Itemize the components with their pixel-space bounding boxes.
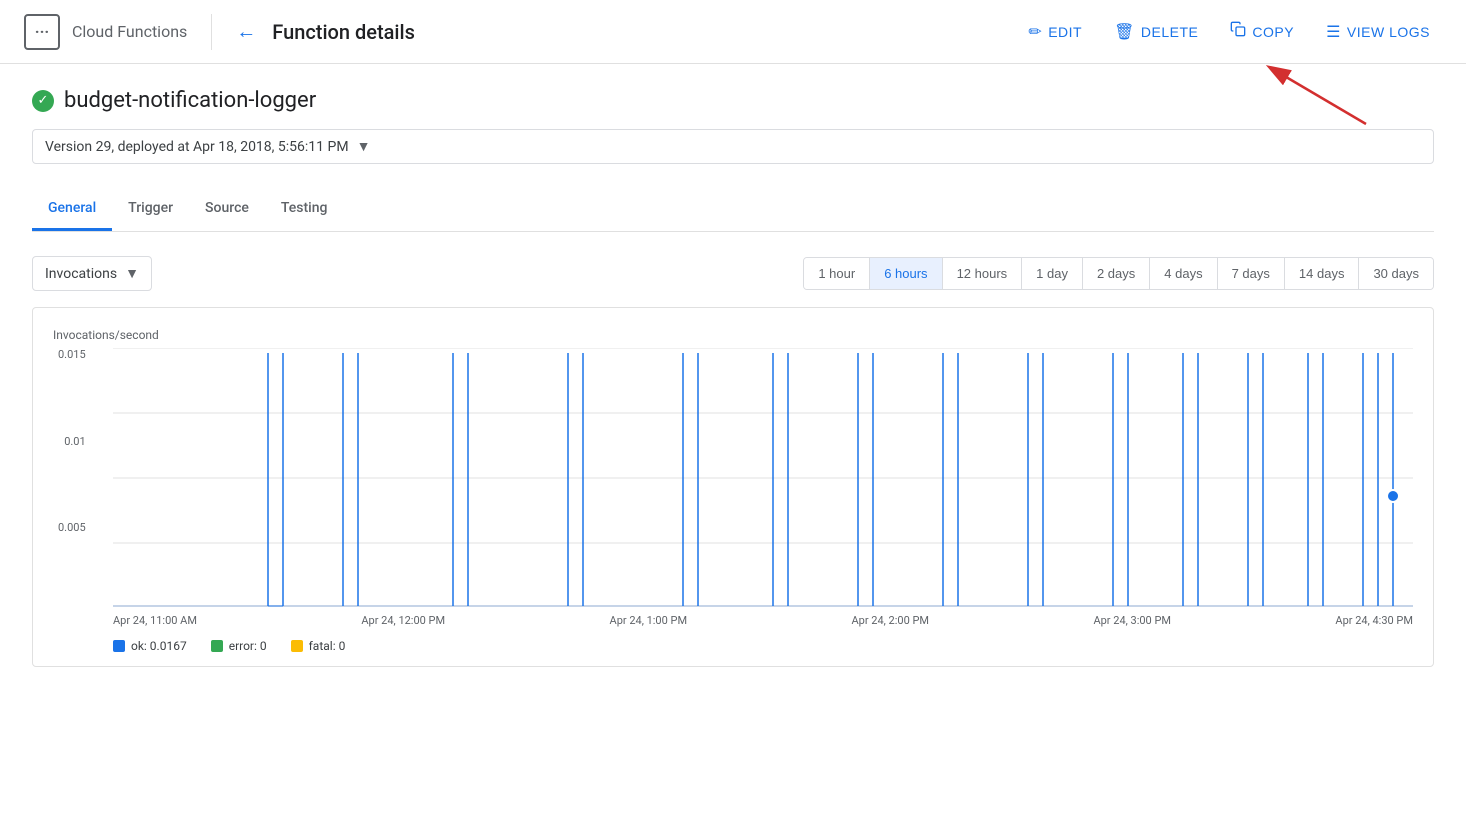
- tab-trigger[interactable]: Trigger: [112, 188, 189, 231]
- header-actions: ✏ EDIT 🗑 DELETE COPY ☰ VIEW LOGS: [1016, 13, 1442, 50]
- tab-testing[interactable]: Testing: [265, 188, 344, 231]
- legend-box-ok: [113, 640, 125, 652]
- legend-item-error: error: 0: [211, 639, 267, 653]
- view-logs-button[interactable]: ☰ VIEW LOGS: [1314, 14, 1442, 50]
- tab-general[interactable]: General: [32, 188, 112, 231]
- x-label: Apr 24, 12:00 PM: [361, 614, 445, 627]
- legend-box-fatal: [291, 640, 303, 652]
- chart-svg: [113, 348, 1413, 608]
- x-label: Apr 24, 4:30 PM: [1335, 614, 1413, 627]
- copy-button[interactable]: COPY: [1218, 13, 1306, 50]
- metric-dropdown[interactable]: Invocations ▼: [32, 256, 152, 291]
- chart-container: Invocations/second 0.015 0.01 0.005: [32, 307, 1434, 667]
- page-title: Function details: [272, 20, 415, 44]
- legend-item-fatal: fatal: 0: [291, 639, 346, 653]
- chevron-down-icon: ▼: [357, 138, 371, 155]
- time-btn-1d[interactable]: 1 day: [1022, 258, 1083, 289]
- chart-controls: Invocations ▼ 1 hour 6 hours 12 hours 1 …: [32, 256, 1434, 291]
- time-btn-12h[interactable]: 12 hours: [943, 258, 1023, 289]
- app-logo-section: ··· Cloud Functions: [24, 14, 212, 50]
- copy-icon: [1230, 21, 1246, 42]
- legend-label-fatal: fatal: 0: [309, 639, 346, 653]
- function-name: budget-notification-logger: [64, 88, 316, 113]
- chevron-down-icon: ▼: [125, 265, 139, 282]
- function-name-row: ✓ budget-notification-logger: [32, 88, 1434, 113]
- time-btn-14d[interactable]: 14 days: [1285, 258, 1360, 289]
- y-axis: 0.015 0.01 0.005: [58, 348, 86, 608]
- tabs-bar: General Trigger Source Testing: [32, 188, 1434, 232]
- chart-legend: ok: 0.0167 error: 0 fatal: 0: [113, 639, 1413, 653]
- x-label: Apr 24, 11:00 AM: [113, 614, 197, 627]
- tab-source[interactable]: Source: [189, 188, 265, 231]
- time-btn-4d[interactable]: 4 days: [1150, 258, 1217, 289]
- main-content: ✓ budget-notification-logger Version 29,…: [0, 64, 1466, 691]
- y-tick: 0.015: [58, 348, 86, 361]
- app-name: Cloud Functions: [72, 22, 187, 41]
- time-btn-6h[interactable]: 6 hours: [870, 258, 942, 289]
- time-btn-30d[interactable]: 30 days: [1359, 258, 1433, 289]
- header-title-section: ← Function details: [212, 19, 1016, 44]
- status-icon: ✓: [32, 90, 54, 112]
- time-range-buttons: 1 hour 6 hours 12 hours 1 day 2 days 4 d…: [803, 257, 1434, 290]
- edit-icon: ✏: [1028, 22, 1042, 42]
- legend-label-error: error: 0: [229, 639, 267, 653]
- x-label: Apr 24, 1:00 PM: [610, 614, 688, 627]
- legend-label-ok: ok: 0.0167: [131, 639, 187, 653]
- edit-button[interactable]: ✏ EDIT: [1016, 14, 1094, 50]
- x-axis-labels: Apr 24, 11:00 AM Apr 24, 12:00 PM Apr 24…: [113, 614, 1413, 627]
- x-label: Apr 24, 2:00 PM: [851, 614, 929, 627]
- version-dropdown[interactable]: Version 29, deployed at Apr 18, 2018, 5:…: [32, 129, 1434, 164]
- version-label: Version 29, deployed at Apr 18, 2018, 5:…: [45, 139, 349, 155]
- time-btn-1h[interactable]: 1 hour: [804, 258, 870, 289]
- delete-button[interactable]: 🗑 DELETE: [1102, 14, 1210, 50]
- legend-item-ok: ok: 0.0167: [113, 639, 187, 653]
- metric-label: Invocations: [45, 266, 117, 282]
- chart-area: 0.015 0.01 0.005: [113, 348, 1413, 608]
- y-axis-label: Invocations/second: [53, 328, 159, 342]
- legend-box-error: [211, 640, 223, 652]
- logo-icon: ···: [24, 14, 60, 50]
- y-tick: 0.005: [58, 521, 86, 534]
- view-logs-icon: ☰: [1326, 22, 1341, 42]
- back-button[interactable]: ←: [236, 19, 256, 44]
- y-tick: 0.01: [64, 435, 85, 448]
- delete-icon: 🗑: [1114, 22, 1135, 42]
- time-btn-2d[interactable]: 2 days: [1083, 258, 1150, 289]
- x-label: Apr 24, 3:00 PM: [1093, 614, 1171, 627]
- time-btn-7d[interactable]: 7 days: [1218, 258, 1285, 289]
